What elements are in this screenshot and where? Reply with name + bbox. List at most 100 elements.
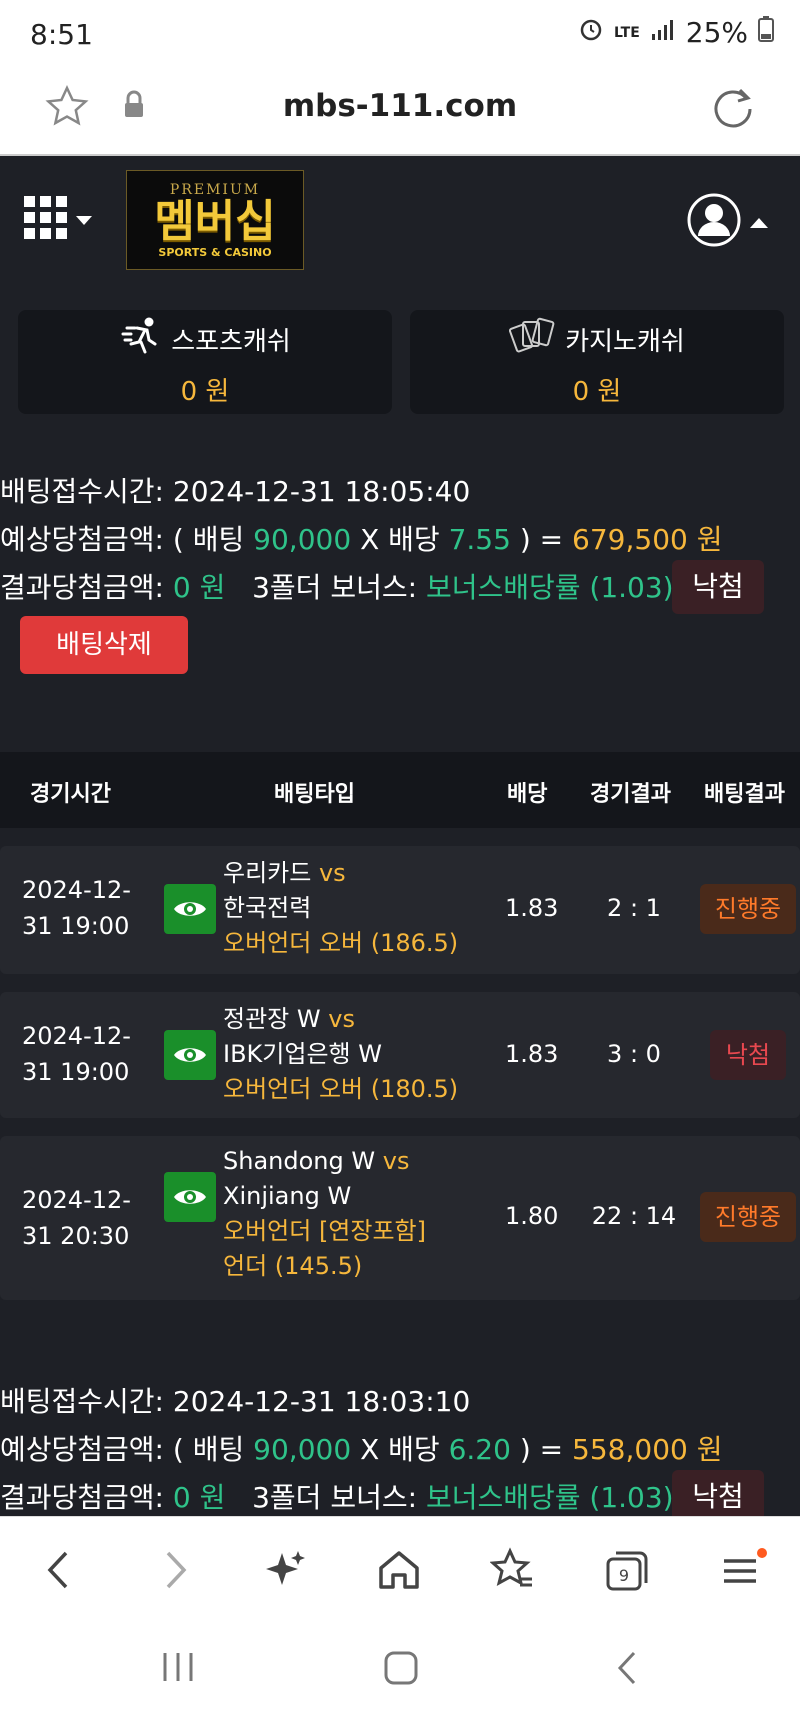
bet-time-line: 배팅접수시간: 2024-12-31 18:05:40 xyxy=(0,468,800,516)
stake-amount: 90,000 xyxy=(253,1433,352,1466)
delete-bet-button[interactable]: 배팅삭제 xyxy=(20,616,188,674)
expected-payout: 679,500 원 xyxy=(572,523,723,556)
casino-cash-label: 카지노캐쉬 xyxy=(565,327,685,357)
equals-sign: ) = xyxy=(519,523,564,556)
table-header: 경기시간 배팅타입 배당 경기결과 배팅결과 xyxy=(0,752,800,828)
site-header: PREMIUM 멤버십 SPORTS & CASINO xyxy=(0,156,800,286)
system-home-icon[interactable] xyxy=(382,1649,420,1691)
table-row: 2024-12- 31 19:00 우리카드 vs 한국전력 오버언더 오버 (… xyxy=(0,846,800,974)
table-row: 2024-12- 31 20:30 Shandong W vs Xinjiang… xyxy=(0,1136,800,1300)
bonus-label: 3폴더 보너스: xyxy=(252,571,418,604)
casino-cash-amount: 0 원 xyxy=(572,377,622,407)
stake-amount: 90,000 xyxy=(253,523,352,556)
result-amount: 0 원 xyxy=(172,1481,226,1514)
casino-cash-box[interactable]: 카지노캐쉬 0 원 xyxy=(410,310,784,414)
browser-address-bar: mbs-111.com xyxy=(0,68,800,156)
game-hour: 31 20:30 xyxy=(22,1222,130,1250)
match-info: Shandong W vs Xinjiang W 오버언더 [연장포함] 언더 … xyxy=(223,1144,426,1284)
network-label: LTE xyxy=(614,24,640,41)
bet-result-badge: 진행중 xyxy=(700,1192,796,1242)
grid-menu-icon xyxy=(24,196,68,244)
browser-bottom-bar: 9 xyxy=(0,1516,800,1716)
col-header-time: 경기시간 xyxy=(30,782,111,807)
caret-up-icon xyxy=(750,213,768,232)
sports-cash-amount: 0 원 xyxy=(180,377,230,407)
total-odds: 7.55 xyxy=(448,523,511,556)
bet-type: 오버언더 오버 (186.5) xyxy=(223,929,459,957)
sparkle-icon[interactable] xyxy=(264,1547,308,1597)
expected-label: 예상당첨금액: xyxy=(0,1433,164,1466)
svg-text:9: 9 xyxy=(619,1566,629,1585)
menu-hamburger-icon[interactable] xyxy=(720,1547,770,1597)
away-team: 한국전력 xyxy=(223,894,312,922)
expected-payout-line: 예상당첨금액: ( 배팅 90,000 X 배당 6.20 ) = 558,00… xyxy=(0,1426,800,1474)
game-hour: 31 19:00 xyxy=(22,912,130,940)
vs-label: vs xyxy=(318,859,346,887)
row-odds: 1.83 xyxy=(505,894,559,922)
game-date: 2024-12- xyxy=(22,1186,131,1214)
logo-main-text: 멤버십 xyxy=(154,195,276,247)
menu-button[interactable] xyxy=(24,196,92,244)
back-icon[interactable] xyxy=(40,1547,80,1597)
recent-apps-icon[interactable] xyxy=(160,1649,196,1689)
times-label: X 배당 xyxy=(360,1433,440,1466)
away-team: Xinjiang W xyxy=(223,1182,352,1210)
col-header-odds: 배당 xyxy=(507,782,548,807)
row-odds: 1.83 xyxy=(505,1040,559,1068)
home-icon[interactable] xyxy=(376,1547,422,1597)
match-info: 우리카드 vs 한국전력 오버언더 오버 (186.5) xyxy=(223,856,458,961)
game-time: 2024-12- 31 20:30 xyxy=(22,1182,131,1254)
battery-icon xyxy=(758,16,774,49)
bet-status-badge: 낙첨 xyxy=(672,560,764,614)
playing-cards-icon xyxy=(509,316,555,363)
game-score: 2 : 1 xyxy=(607,894,661,922)
user-menu-button[interactable] xyxy=(686,192,768,252)
game-hour: 31 19:00 xyxy=(22,1058,130,1086)
game-time: 2024-12- 31 19:00 xyxy=(22,1018,131,1090)
bet-time-line: 배팅접수시간: 2024-12-31 18:03:10 xyxy=(0,1378,800,1426)
vs-label: vs xyxy=(382,1147,410,1175)
equals-sign: ) = xyxy=(519,1433,564,1466)
result-amount: 0 원 xyxy=(172,571,226,604)
battery-level: 25% xyxy=(685,16,748,49)
bookmarks-icon[interactable] xyxy=(489,1547,536,1597)
paren-open: ( 배팅 xyxy=(172,523,245,556)
game-score: 22 : 14 xyxy=(591,1202,677,1230)
sports-cash-label: 스포츠캐쉬 xyxy=(171,327,291,357)
game-date: 2024-12- xyxy=(22,876,131,904)
col-header-bet-type: 배팅타입 xyxy=(274,782,355,807)
expected-label: 예상당첨금액: xyxy=(0,523,164,556)
col-header-game-result: 경기결과 xyxy=(590,782,671,807)
status-bar: 8:51 LTE 25% xyxy=(0,0,800,68)
bet-time: 2024-12-31 18:05:40 xyxy=(172,475,471,508)
bet-time-label: 배팅접수시간: xyxy=(0,475,164,508)
forward-icon[interactable] xyxy=(154,1547,194,1597)
alarm-icon xyxy=(578,16,604,49)
paren-open: ( 배팅 xyxy=(172,1433,245,1466)
result-label: 결과당첨금액: xyxy=(0,1481,164,1514)
view-eye-icon[interactable] xyxy=(164,884,216,934)
bet-time: 2024-12-31 18:03:10 xyxy=(172,1385,471,1418)
url-text[interactable]: mbs-111.com xyxy=(0,88,800,124)
game-date: 2024-12- xyxy=(22,1022,131,1050)
home-team: 우리카드 xyxy=(223,859,312,887)
table-row: 2024-12- 31 19:00 정관장 W vs IBK기업은행 W 오버언… xyxy=(0,992,800,1118)
col-header-bet-result: 배팅결과 xyxy=(704,782,785,807)
system-back-icon[interactable] xyxy=(610,1649,646,1691)
bonus-value: 보너스배당률 (1.03) xyxy=(425,1481,674,1514)
row-odds: 1.80 xyxy=(505,1202,559,1230)
reload-icon[interactable] xyxy=(708,84,758,138)
result-label: 결과당첨금액: xyxy=(0,571,164,604)
view-eye-icon[interactable] xyxy=(164,1172,216,1222)
user-avatar-icon xyxy=(686,192,742,252)
bet-result-badge: 진행중 xyxy=(700,884,796,934)
site-logo[interactable]: PREMIUM 멤버십 SPORTS & CASINO xyxy=(126,170,304,270)
signal-icon xyxy=(650,16,676,49)
home-team: Shandong W xyxy=(223,1147,376,1175)
sports-cash-box[interactable]: 스포츠캐쉬 0 원 xyxy=(18,310,392,414)
bet-result-badge: 낙첨 xyxy=(710,1030,786,1080)
away-team: IBK기업은행 W xyxy=(223,1040,382,1068)
tabs-icon[interactable]: 9 xyxy=(604,1547,650,1597)
vs-label: vs xyxy=(328,1005,355,1033)
view-eye-icon[interactable] xyxy=(164,1030,216,1080)
